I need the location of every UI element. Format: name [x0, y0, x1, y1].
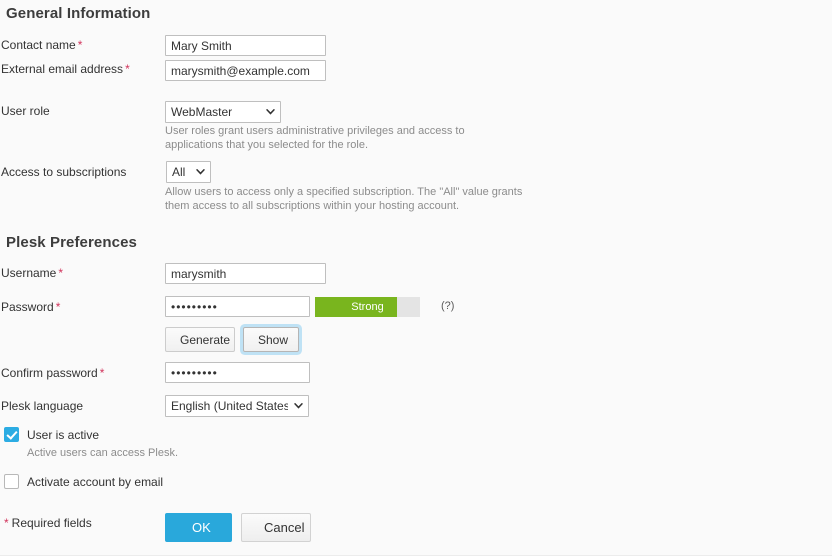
cancel-button[interactable]: Cancel — [241, 513, 311, 542]
user-settings-form: General Information Contact name * Exter… — [0, 0, 832, 556]
field-row-confirm-password: Confirm password * — [1, 366, 104, 380]
required-fields-note: * Required fields — [4, 516, 92, 530]
plesk-preferences-heading: Plesk Preferences — [6, 234, 137, 251]
user-active-checkbox[interactable] — [4, 427, 19, 442]
user-active-label: User is active — [27, 427, 100, 442]
access-subscriptions-label: Access to subscriptions — [1, 165, 127, 179]
generate-password-button[interactable]: Generate — [165, 327, 235, 352]
plesk-language-label: Plesk language — [1, 399, 84, 413]
password-help-icon[interactable]: (?) — [441, 300, 454, 312]
password-strength-label: Strong — [351, 301, 384, 313]
confirm-password-required-mark: * — [99, 366, 105, 380]
external-email-input[interactable] — [165, 60, 326, 81]
external-email-label: External email address — [1, 62, 124, 76]
username-required-mark: * — [58, 266, 64, 280]
activate-by-email-label: Activate account by email — [27, 474, 164, 489]
field-row-access-subscriptions: Access to subscriptions — [1, 165, 126, 179]
field-row-external-email: External email address * — [1, 62, 130, 76]
contact-name-input[interactable] — [165, 35, 326, 56]
contact-name-required-mark: * — [77, 38, 83, 52]
field-row-user-role: User role — [1, 104, 50, 118]
show-password-button[interactable]: Show — [243, 327, 299, 352]
field-row-plesk-language: Plesk language — [1, 399, 83, 413]
plesk-language-select-wrapper: English (United States) — [165, 395, 309, 417]
required-fields-text: Required fields — [11, 516, 92, 530]
access-subscriptions-select-wrapper: All — [166, 161, 211, 183]
user-role-select[interactable]: WebMaster — [165, 101, 281, 123]
external-email-required-mark: * — [125, 62, 130, 76]
confirm-password-input[interactable] — [165, 362, 310, 383]
user-active-hint: Active users can access Plesk. — [27, 447, 179, 459]
user-role-hint: User roles grant users administrative pr… — [165, 125, 465, 151]
activate-by-email-checkbox[interactable] — [4, 474, 19, 489]
password-strength-meter: Strong — [315, 297, 420, 317]
activate-by-email-checkbox-row[interactable]: Activate account by email — [4, 474, 163, 489]
access-subscriptions-hint: Allow users to access only a specified s… — [165, 186, 523, 212]
field-row-password: Password * — [1, 300, 60, 314]
password-input[interactable] — [165, 296, 310, 317]
password-label: Password — [1, 300, 54, 314]
access-subscriptions-select[interactable]: All — [166, 161, 211, 183]
user-role-label: User role — [1, 104, 50, 118]
required-fields-mark: * — [4, 516, 9, 530]
plesk-language-select[interactable]: English (United States) — [165, 395, 309, 417]
field-row-contact-name: Contact name * — [1, 38, 82, 52]
field-row-username: Username * — [1, 266, 63, 280]
general-information-heading: General Information — [6, 5, 151, 22]
confirm-password-label: Confirm password — [1, 366, 98, 380]
contact-name-label: Contact name — [1, 38, 76, 52]
user-role-select-wrapper: WebMaster — [165, 101, 281, 123]
username-label: Username — [1, 266, 57, 280]
ok-button[interactable]: OK — [165, 513, 232, 542]
password-required-mark: * — [55, 300, 61, 314]
user-active-checkbox-row[interactable]: User is active — [4, 427, 99, 442]
username-input[interactable] — [165, 263, 326, 284]
